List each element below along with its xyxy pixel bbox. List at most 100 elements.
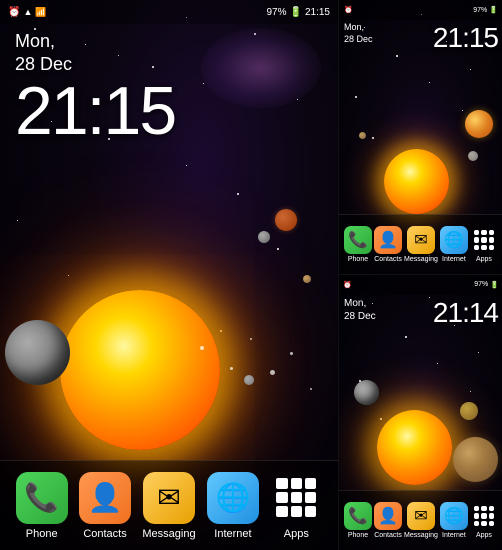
rb-battery: 97% (474, 281, 488, 289)
apps-grid-icon[interactable] (270, 472, 322, 524)
dock-right-bottom: 📞 Phone 👤 Contacts ✉ Messaging 🌐 Interne… (339, 490, 502, 550)
status-right-icons: 97% 🔋 21:15 (267, 7, 331, 18)
rt-dock-internet[interactable]: 🌐 Internet (440, 226, 468, 263)
dock-phone[interactable]: 📞 Phone (16, 472, 68, 540)
rt-dock-messaging[interactable]: ✉ Messaging (404, 226, 438, 263)
status-bar: ⏰ ▲ 📶 97% 🔋 21:15 (0, 0, 338, 24)
rt-alarm-icon: ⏰ (344, 6, 353, 14)
rt-messaging-icon[interactable]: ✉ (407, 226, 435, 254)
alarm-icon: ⏰ (8, 7, 20, 18)
rb-messaging-label: Messaging (404, 532, 438, 539)
rb-messaging-icon[interactable]: ✉ (407, 502, 435, 530)
time-display-large: 21:15 (15, 77, 175, 145)
asteroid-4 (270, 370, 275, 375)
rb-date: Mon, 28 Dec (344, 297, 376, 323)
apps-label: Apps (284, 528, 309, 540)
rt-internet-label: Internet (442, 256, 466, 263)
right-bottom-screen: ⏰ 97% 🔋 Mon, 28 Dec 21:14 (339, 275, 502, 550)
time-right-top: 21:15 (433, 22, 498, 54)
planet-rt-small1 (468, 151, 478, 161)
asteroid-3 (250, 338, 252, 340)
dock-internet[interactable]: 🌐 Internet (207, 472, 259, 540)
date-line1: Mon, (15, 31, 55, 51)
rt-contacts-label: Contacts (374, 256, 402, 263)
nebula (201, 28, 321, 108)
sun-right-top (384, 149, 449, 214)
rb-alarm-icon: ⏰ (343, 281, 352, 289)
asteroid-2 (230, 367, 233, 370)
rt-dock-apps[interactable]: Apps (470, 226, 498, 263)
rb-date-line2: 28 Dec (344, 311, 376, 322)
rb-date-line1: Mon, (344, 298, 366, 309)
internet-icon[interactable]: 🌐 (207, 472, 259, 524)
rt-phone-label: Phone (348, 256, 368, 263)
rt-date-line1: Mon, (344, 22, 364, 32)
rb-dock-contacts[interactable]: 👤 Contacts (374, 502, 402, 539)
status-time: 21:15 (305, 7, 330, 18)
rb-apps-label: Apps (476, 532, 492, 539)
date-display: Mon, 28 Dec (15, 30, 175, 77)
battery-icon: 🔋 (290, 7, 302, 18)
rt-apps-label: Apps (476, 256, 492, 263)
rb-dock-apps[interactable]: Apps (470, 502, 498, 539)
dock-messaging[interactable]: ✉ Messaging (142, 472, 195, 540)
planet-rt-small2 (359, 132, 366, 139)
rb-contacts-icon[interactable]: 👤 (374, 502, 402, 530)
rt-date-line2: 28 Dec (344, 34, 373, 44)
rb-dock-messaging[interactable]: ✉ Messaging (404, 502, 438, 539)
planet-rb-small (460, 402, 478, 420)
main-container: ⏰ ▲ 📶 97% 🔋 21:15 Mon, 28 Dec 21:15 📞 Ph… (0, 0, 502, 550)
contacts-icon[interactable]: 👤 (79, 472, 131, 524)
dock-right-top: 📞 Phone 👤 Contacts ✉ Messaging 🌐 Interne… (339, 214, 502, 274)
rt-contacts-icon[interactable]: 👤 (374, 226, 402, 254)
datetime-display: Mon, 28 Dec 21:15 (15, 30, 175, 145)
left-panel: ⏰ ▲ 📶 97% 🔋 21:15 Mon, 28 Dec 21:15 📞 Ph… (0, 0, 338, 550)
rt-dock-contacts[interactable]: 👤 Contacts (374, 226, 402, 263)
moon (5, 320, 70, 385)
planet-small-2 (303, 275, 311, 283)
asteroid-6 (310, 388, 312, 390)
rb-apps-icon[interactable] (470, 502, 498, 530)
date-right-top: Mon, 28 Dec (344, 22, 373, 45)
rb-phone-label: Phone (348, 532, 368, 539)
rt-phone-icon[interactable]: 📞 (344, 226, 372, 254)
rt-battery-icon: 🔋 (489, 6, 498, 14)
rb-dock-internet[interactable]: 🌐 Internet (440, 502, 468, 539)
rt-battery: 97% (473, 7, 487, 14)
rt-apps-icon[interactable] (470, 226, 498, 254)
rb-status-icons: ⏰ 97% 🔋 (343, 281, 499, 289)
dock-contacts[interactable]: 👤 Contacts (79, 472, 131, 540)
planet-small-3 (244, 375, 254, 385)
rb-dock-phone[interactable]: 📞 Phone (344, 502, 372, 539)
status-rt-right: 97% 🔋 (473, 6, 498, 14)
signal-icon: 📶 (35, 7, 46, 18)
phone-label: Phone (26, 528, 58, 540)
status-left-icons: ⏰ ▲ 📶 (8, 7, 47, 18)
planet-rb (453, 437, 498, 482)
time-right-bottom: 21:14 (433, 297, 498, 329)
rb-internet-label: Internet (442, 532, 466, 539)
date-line2: 28 Dec (15, 54, 72, 74)
rb-internet-icon[interactable]: 🌐 (440, 502, 468, 530)
planet-rt-orange (465, 110, 493, 138)
messaging-icon[interactable]: ✉ (143, 472, 195, 524)
sun-planet (60, 290, 220, 450)
date-right-bottom: Mon, 28 Dec (344, 297, 376, 323)
rb-phone-icon[interactable]: 📞 (344, 502, 372, 530)
moon-rb (354, 380, 379, 405)
right-panel: ⏰ 97% 🔋 Mon, 28 Dec 21:15 (338, 0, 502, 550)
rb-battery-icon: 🔋 (490, 281, 499, 289)
rt-messaging-label: Messaging (404, 256, 438, 263)
dock-apps[interactable]: Apps (270, 472, 322, 540)
status-rt-left: ⏰ (344, 6, 353, 14)
wifi-icon: ▲ (23, 7, 32, 17)
messaging-label: Messaging (142, 528, 195, 540)
status-bar-right-top: ⏰ 97% 🔋 (339, 0, 502, 20)
asteroid-5 (290, 352, 293, 355)
rt-internet-icon[interactable]: 🌐 (440, 226, 468, 254)
status-bar-right-bottom: ⏰ 97% 🔋 (339, 275, 502, 295)
phone-icon[interactable]: 📞 (16, 472, 68, 524)
rt-dock-phone[interactable]: 📞 Phone (344, 226, 372, 263)
contacts-label: Contacts (83, 528, 126, 540)
battery-percent: 97% (267, 7, 287, 18)
